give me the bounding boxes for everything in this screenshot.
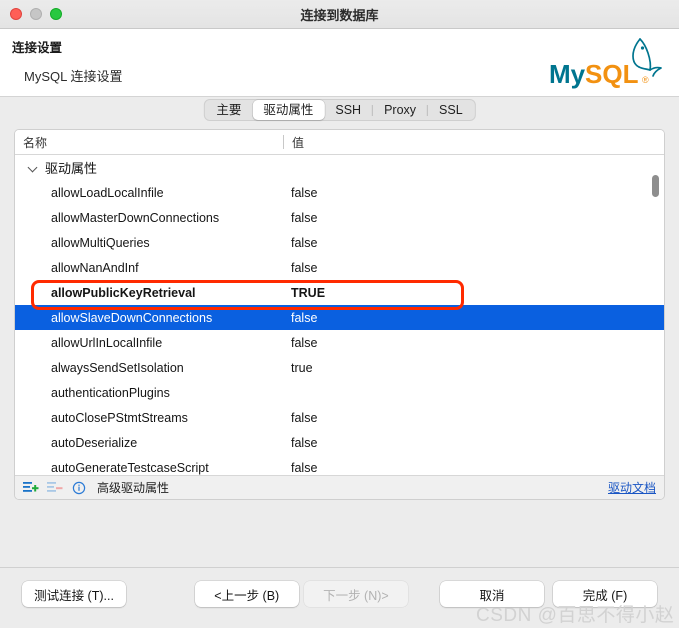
property-name: autoGenerateTestcaseScript <box>51 460 209 475</box>
tab-driver-properties[interactable]: 驱动属性 <box>252 100 325 120</box>
property-name: autoDeserialize <box>51 435 138 450</box>
property-name: allowPublicKeyRetrieval <box>51 285 196 300</box>
advanced-driver-properties-label: 高级驱动属性 <box>97 481 170 495</box>
tabbar-container: 主要 驱动属性 SSH Proxy SSL <box>0 97 679 121</box>
property-name: allowSlaveDownConnections <box>51 310 213 325</box>
previous-button[interactable]: <上一步 (B) <box>194 581 299 607</box>
mysql-logo: My SQL ® <box>547 35 667 93</box>
table-row[interactable]: alwaysSendSetIsolation true <box>15 355 664 380</box>
titlebar: 连接到数据库 <box>0 0 679 29</box>
svg-text:My: My <box>549 59 586 89</box>
driver-properties-panel: 名称 值 驱动属性 allowLoadLocalInfile false all… <box>14 129 665 500</box>
property-value[interactable]: false <box>283 311 317 325</box>
window-title: 连接到数据库 <box>300 7 379 23</box>
tab-ssl[interactable]: SSL <box>428 100 474 120</box>
dialog-header: 连接设置 MySQL 连接设置 My SQL ® <box>0 29 679 97</box>
table-column-header: 名称 值 <box>15 130 664 155</box>
properties-table[interactable]: 驱动属性 allowLoadLocalInfile false allowMas… <box>15 155 664 475</box>
svg-text:®: ® <box>642 75 649 85</box>
group-label: 驱动属性 <box>45 161 98 176</box>
panel-footer: 高级驱动属性 驱动文档 <box>15 475 664 499</box>
table-row[interactable]: allowMasterDownConnections false <box>15 205 664 230</box>
property-value[interactable]: true <box>283 361 313 375</box>
tab-ssh[interactable]: SSH <box>324 100 372 120</box>
zoom-window-button[interactable] <box>50 8 62 20</box>
table-scrollbar[interactable] <box>649 155 662 475</box>
cancel-button[interactable]: 取消 <box>440 581 545 607</box>
minimize-window-button[interactable] <box>30 8 42 20</box>
table-row[interactable]: autoClosePStmtStreams false <box>15 405 664 430</box>
table-row[interactable]: autoGenerateTestcaseScript false <box>15 455 664 475</box>
footer-separator <box>0 567 679 568</box>
connect-to-database-dialog: 连接到数据库 连接设置 MySQL 连接设置 My SQL ® 主要 驱动属性 … <box>0 0 679 628</box>
property-value[interactable]: false <box>283 236 317 250</box>
dialog-button-bar: 测试连接 (T)... <上一步 (B) 下一步 (N)> 取消 完成 (F) <box>0 578 679 610</box>
table-group-row[interactable]: 驱动属性 <box>15 155 664 180</box>
table-row-allow-public-key-retrieval[interactable]: allowPublicKeyRetrieval TRUE <box>15 280 664 305</box>
chevron-down-icon[interactable] <box>29 163 38 172</box>
property-name: allowNanAndInf <box>51 260 139 275</box>
tab-proxy[interactable]: Proxy <box>373 100 427 120</box>
property-value[interactable]: false <box>283 411 317 425</box>
table-row-selected[interactable]: allowSlaveDownConnections false <box>15 305 664 330</box>
property-name: allowMasterDownConnections <box>51 210 220 225</box>
property-value[interactable]: false <box>283 436 317 450</box>
tab-main[interactable]: 主要 <box>205 100 252 120</box>
column-header-name[interactable]: 名称 <box>15 134 283 151</box>
table-row[interactable]: authenticationPlugins <box>15 380 664 405</box>
info-icon[interactable] <box>71 481 87 495</box>
property-name: allowLoadLocalInfile <box>51 185 164 200</box>
property-name: alwaysSendSetIsolation <box>51 360 184 375</box>
table-row[interactable]: allowNanAndInf false <box>15 255 664 280</box>
property-value[interactable]: false <box>283 261 317 275</box>
column-header-value[interactable]: 值 <box>284 134 304 151</box>
add-row-icon[interactable] <box>23 481 39 495</box>
window-controls <box>0 8 62 20</box>
property-name: authenticationPlugins <box>51 385 170 400</box>
property-name: allowUrlInLocalInfile <box>51 335 163 350</box>
property-value[interactable]: false <box>283 186 317 200</box>
table-row[interactable]: autoDeserialize false <box>15 430 664 455</box>
driver-documentation-link[interactable]: 驱动文档 <box>608 479 656 496</box>
next-button: 下一步 (N)> <box>303 581 408 607</box>
table-row[interactable]: allowLoadLocalInfile false <box>15 180 664 205</box>
tabbar: 主要 驱动属性 SSH Proxy SSL <box>203 99 476 121</box>
finish-button[interactable]: 完成 (F) <box>553 581 658 607</box>
remove-row-icon[interactable] <box>47 481 63 495</box>
property-value[interactable]: false <box>283 211 317 225</box>
table-row[interactable]: allowUrlInLocalInfile false <box>15 330 664 355</box>
test-connection-button[interactable]: 测试连接 (T)... <box>22 581 126 607</box>
property-value[interactable]: TRUE <box>283 286 325 300</box>
property-name: allowMultiQueries <box>51 235 150 250</box>
close-window-button[interactable] <box>10 8 22 20</box>
table-row[interactable]: allowMultiQueries false <box>15 230 664 255</box>
property-value[interactable]: false <box>283 461 317 475</box>
scrollbar-thumb[interactable] <box>652 175 659 197</box>
svg-text:SQL: SQL <box>585 59 639 89</box>
property-value[interactable]: false <box>283 336 317 350</box>
property-name: autoClosePStmtStreams <box>51 410 188 425</box>
